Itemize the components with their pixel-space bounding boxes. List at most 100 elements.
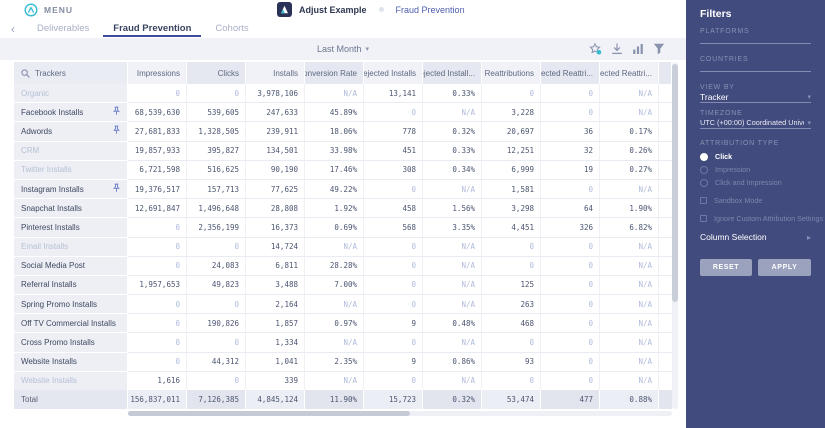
tracker-name[interactable]: Spring Promo Installs <box>14 295 128 315</box>
cell-rejected-reattri: N/A <box>600 256 659 276</box>
total-rejected-installs: 15,723 <box>364 390 423 409</box>
cell-conversion-rate: 28.28% <box>305 256 364 276</box>
pin-icon[interactable] <box>112 183 121 193</box>
column-header-rejected-reattri[interactable]: Rejected Reattri... <box>541 62 600 84</box>
cell-stub <box>659 141 672 161</box>
pin-icon-wrap[interactable] <box>112 106 121 118</box>
cell-impressions: 0 <box>128 84 187 104</box>
tracker-name[interactable]: Website Installs <box>14 371 128 390</box>
cell-rejected-reattri: 0 <box>541 256 600 276</box>
cell-clicks: 1,328,505 <box>187 122 246 142</box>
cell-installs: 6,811 <box>246 256 305 276</box>
cell-rejected-reattri: 0 <box>541 295 600 315</box>
tracker-name[interactable]: CRM <box>14 141 128 161</box>
tracker-name[interactable]: Twitter Installs <box>14 160 128 180</box>
view-by-select[interactable]: Tracker ▾ <box>700 91 811 103</box>
column-header-impressions[interactable]: Impressions <box>128 62 187 84</box>
back-chevron-icon[interactable]: ‹ <box>11 23 15 35</box>
cell-impressions: 1,957,653 <box>128 275 187 296</box>
column-header-reattributions[interactable]: Reattributions <box>482 62 541 84</box>
tracker-name-label: Website Installs <box>21 357 77 367</box>
tracker-name[interactable]: Adwords <box>14 122 128 142</box>
tab-deliverables[interactable]: Deliverables <box>25 20 101 37</box>
table-row: Website Installs 0 44,312 1,041 2.35% 9 0.86% 9… <box>14 352 672 372</box>
filter-icon[interactable] <box>653 43 665 55</box>
apply-button[interactable]: APPLY <box>758 259 811 276</box>
pin-icon-wrap[interactable] <box>112 125 121 137</box>
attribution-option-click[interactable]: Click <box>700 150 811 163</box>
cell-rejected-install: N/A <box>423 295 482 315</box>
pin-icon[interactable] <box>112 106 121 116</box>
reset-button[interactable]: RESET <box>700 259 752 276</box>
countries-input[interactable] <box>700 64 811 72</box>
column-header-rejected-installs[interactable]: Rejected Installs <box>364 62 423 84</box>
tracker-name[interactable]: Organic <box>14 84 128 104</box>
tab-fraud-prevention[interactable]: Fraud Prevention <box>101 20 203 37</box>
cell-reattributions: 125 <box>482 275 541 296</box>
cell-conversion-rate: N/A <box>305 333 364 353</box>
tracker-name-label: Off TV Commercial Installs <box>21 318 116 328</box>
cell-reattributions: 0 <box>482 256 541 276</box>
cell-reattributions: 3,298 <box>482 199 541 219</box>
platforms-input[interactable] <box>700 36 811 44</box>
table-row: Pinterest Installs 0 2,356,199 16,373 0.69% 5… <box>14 218 672 238</box>
vertical-scrollbar-thumb[interactable] <box>672 64 678 302</box>
cell-conversion-rate: 49.22% <box>305 179 364 200</box>
column-selection-label: Column Selection <box>700 232 767 242</box>
attribution-option-click-and-impression[interactable]: Click and Impression <box>700 176 811 189</box>
account-name[interactable]: Adjust Example <box>299 5 367 15</box>
tab-bar: ‹ Deliverables Fraud Prevention Cohorts <box>0 20 686 37</box>
column-header-installs[interactable]: Installs <box>246 62 305 84</box>
cell-conversion-rate: 2.35% <box>305 352 364 372</box>
radio-indicator <box>700 152 708 161</box>
timezone-select[interactable]: UTC (+00:00) Coordinated Universal... ▾ <box>700 117 811 129</box>
cell-conversion-rate: 33.98% <box>305 141 364 161</box>
tracker-name[interactable]: Off TV Commercial Installs <box>14 314 128 334</box>
tracker-name[interactable]: Instagram Installs <box>14 179 128 200</box>
tab-cohorts[interactable]: Cohorts <box>203 20 260 37</box>
cell-stub <box>659 333 672 353</box>
tracker-name[interactable]: Pinterest Installs <box>14 218 128 238</box>
bar-chart-icon[interactable] <box>632 43 644 55</box>
cell-stub <box>659 122 672 142</box>
column-selection[interactable]: Column Selection ▸ <box>700 232 811 242</box>
tracker-name-label: Instagram Installs <box>21 184 84 194</box>
download-icon[interactable] <box>611 43 623 55</box>
cell-conversion-rate: 17.46% <box>305 160 364 180</box>
tracker-name[interactable]: Facebook Installs <box>14 103 128 123</box>
attribution-option-ignore-custom-attribution-settings[interactable]: Ignore Custom Attribution Settings <box>700 212 823 225</box>
date-range-selector[interactable]: Last Month ▾ <box>14 38 672 60</box>
cell-rejected-install: N/A <box>423 179 482 200</box>
cell-rejected-install: 0.86% <box>423 352 482 372</box>
cell-reattributions: 468 <box>482 314 541 334</box>
tracker-name[interactable]: Snapchat Installs <box>14 199 128 219</box>
cell-rejected-reattri: 6.82% <box>600 218 659 238</box>
attribution-option-impression[interactable]: Impression <box>700 163 811 176</box>
cell-conversion-rate: N/A <box>305 84 364 104</box>
table-row: Referral Installs 1,957,653 49,823 3,488 7.0… <box>14 275 672 296</box>
search-icon[interactable] <box>21 68 30 78</box>
column-header-conversion-rate[interactable]: Conversion Rate <box>305 62 364 84</box>
tracker-name[interactable]: Cross Promo Installs <box>14 333 128 353</box>
checkbox-indicator <box>700 197 707 204</box>
column-header-trackers[interactable]: Trackers <box>14 62 128 84</box>
tracker-name[interactable]: Referral Installs <box>14 275 128 296</box>
column-header-stub <box>659 62 672 84</box>
column-header-rejected-reattri[interactable]: Rejected Reattri... <box>600 62 659 84</box>
star-settings-icon[interactable] <box>589 43 602 55</box>
cell-rejected-installs: 9 <box>364 352 423 372</box>
pin-icon-wrap[interactable] <box>112 183 121 195</box>
cell-stub <box>659 295 672 315</box>
cell-conversion-rate: 45.89% <box>305 103 364 123</box>
cell-rejected-reattri: 0 <box>541 237 600 257</box>
tracker-name[interactable]: Social Media Post <box>14 256 128 276</box>
column-header-rejected-install[interactable]: Rejected Install... <box>423 62 482 84</box>
horizontal-scrollbar-thumb[interactable] <box>128 411 410 416</box>
cell-installs: 247,633 <box>246 103 305 123</box>
attribution-option-sandbox-mode[interactable]: Sandbox Mode <box>700 194 811 207</box>
menu-button[interactable]: MENU <box>24 3 73 17</box>
column-header-clicks[interactable]: Clicks <box>187 62 246 84</box>
pin-icon[interactable] <box>112 125 121 135</box>
tracker-name[interactable]: Email Installs <box>14 237 128 257</box>
tracker-name[interactable]: Website Installs <box>14 352 128 372</box>
